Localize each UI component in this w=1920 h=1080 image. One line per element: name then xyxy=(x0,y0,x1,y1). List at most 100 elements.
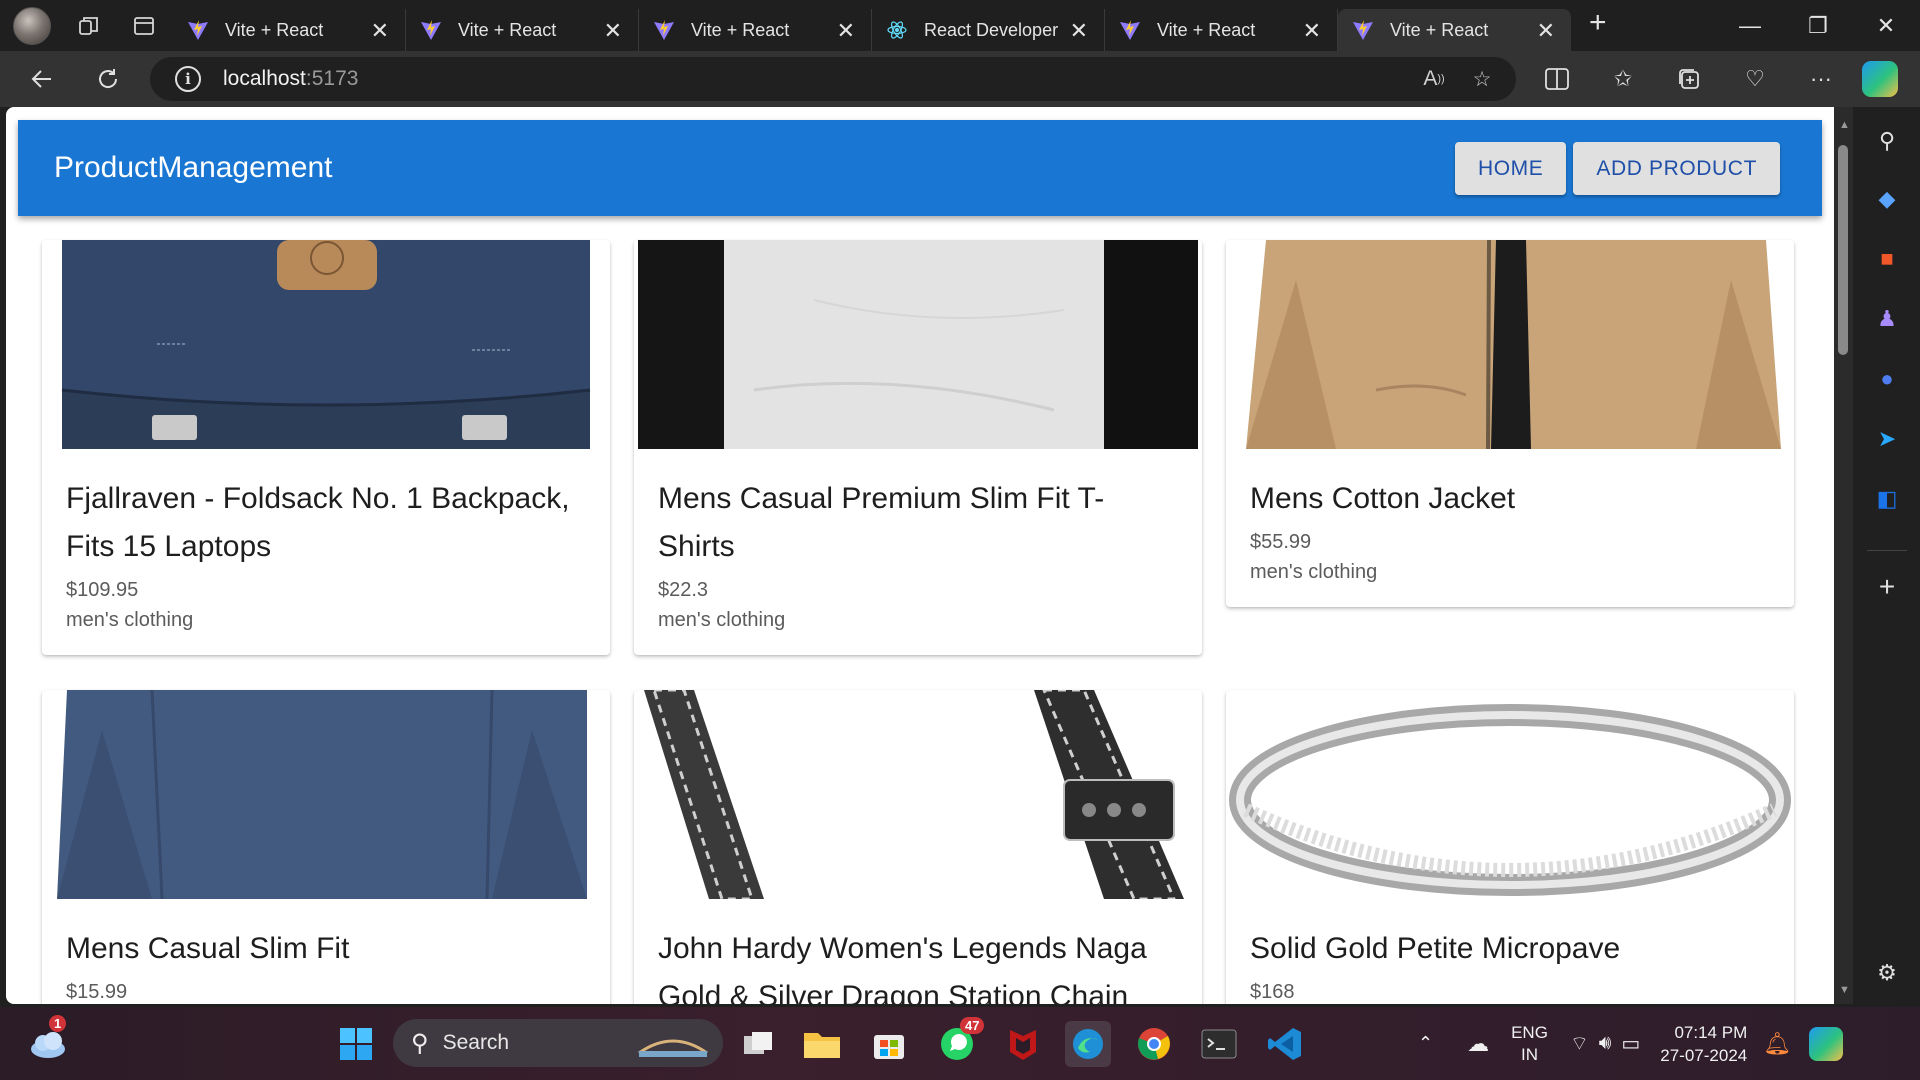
new-tab-icon[interactable]: + xyxy=(1589,6,1607,40)
workspaces-icon[interactable] xyxy=(72,9,106,43)
browser-essentials-icon[interactable]: ♡ xyxy=(1733,57,1777,101)
chrome-icon[interactable] xyxy=(1131,1021,1177,1067)
collections-icon[interactable] xyxy=(1667,57,1711,101)
language-region: IN xyxy=(1521,1044,1539,1064)
site-info-icon[interactable]: i xyxy=(175,66,201,92)
browser-tab[interactable]: React Developer ✕ xyxy=(872,9,1105,51)
language-indicator[interactable]: ENG IN xyxy=(1511,1022,1548,1066)
browser-tab[interactable]: Vite + React ✕ xyxy=(639,9,872,51)
mcafee-icon[interactable] xyxy=(1000,1021,1046,1067)
close-tab-icon[interactable]: ✕ xyxy=(1303,18,1321,44)
tab-title: React Developer xyxy=(924,19,1059,40)
task-view-icon[interactable] xyxy=(735,1021,781,1067)
url-port: :5173 xyxy=(305,67,359,90)
file-explorer-icon[interactable] xyxy=(799,1021,845,1067)
url-text: localhost:5173 xyxy=(223,67,358,91)
toolbar-actions: ✩ ♡ ··· xyxy=(1535,57,1843,101)
add-product-button[interactable]: ADD PRODUCT xyxy=(1573,142,1780,195)
scrollbar-thumb[interactable] xyxy=(1838,145,1848,355)
clock[interactable]: 07:14 PM 27-07-2024 xyxy=(1660,1021,1747,1067)
shopping-tag-icon[interactable]: ◆ xyxy=(1871,183,1903,215)
browser-tab-active[interactable]: Vite + React ✕ xyxy=(1338,9,1571,51)
copilot-icon[interactable] xyxy=(1862,61,1898,97)
window-controls: — ❐ ✕ xyxy=(1716,0,1920,51)
product-card[interactable]: John Hardy Women's Legends Naga Gold & S… xyxy=(634,690,1202,1004)
product-title: John Hardy Women's Legends Naga Gold & S… xyxy=(658,932,1147,1004)
tab-title: Vite + React xyxy=(458,19,557,40)
product-price: $55.99 xyxy=(1250,531,1312,553)
product-card[interactable]: Mens Casual Premium Slim Fit T-Shirts $2… xyxy=(634,240,1202,655)
copilot-app-icon[interactable]: ● xyxy=(1871,363,1903,395)
product-image-backpack xyxy=(42,240,610,449)
weather-icon[interactable]: 1 xyxy=(25,1015,71,1067)
brand-title[interactable]: ProductManagement xyxy=(54,151,333,185)
edge-sidebar: ⚲ ◆ ■ ♟ ● ➤ ◧ + ⚙ xyxy=(1853,107,1920,1007)
product-title: Mens Casual Slim Fit xyxy=(66,932,350,965)
notification-bell-icon[interactable]: 🔔︎ xyxy=(1763,1031,1791,1057)
search-icon[interactable]: ⚲ xyxy=(1871,125,1903,157)
whatsapp-notification-badge: 47 xyxy=(960,1017,985,1034)
browser-tab[interactable]: Vite + React ✕ xyxy=(406,9,639,51)
product-card[interactable]: Fjallraven - Foldsack No. 1 Backpack, Fi… xyxy=(42,240,610,655)
split-screen-icon[interactable] xyxy=(1535,57,1579,101)
copilot-taskbar-icon[interactable] xyxy=(1809,1026,1844,1061)
home-button[interactable]: HOME xyxy=(1454,142,1567,195)
product-card[interactable]: Mens Cotton Jacket $55.99 men's clothing xyxy=(1226,240,1794,607)
terminal-icon[interactable] xyxy=(1196,1021,1242,1067)
outlook-icon[interactable]: ◧ xyxy=(1871,483,1903,515)
close-tab-icon[interactable]: ✕ xyxy=(371,18,389,44)
favorites-icon[interactable]: ✩ xyxy=(1601,57,1645,101)
close-tab-icon[interactable]: ✕ xyxy=(1537,18,1555,44)
tab-actions-icon[interactable] xyxy=(127,9,161,43)
send-icon[interactable]: ➤ xyxy=(1871,423,1903,455)
vite-icon xyxy=(1120,20,1140,40)
product-card[interactable]: Solid Gold Petite Micropave $168 xyxy=(1226,690,1794,1004)
restore-icon[interactable]: ❐ xyxy=(1784,0,1852,51)
tools-briefcase-icon[interactable]: ■ xyxy=(1871,243,1903,275)
onedrive-icon[interactable]: ☁ xyxy=(1467,1031,1489,1057)
windows-taskbar: 1 ⚲ Search 47 ⌃ ☁ ENG IN ⌔ 🔊︎ ▭ 07:14 PM… xyxy=(0,1007,1920,1080)
sidebar-divider xyxy=(1867,550,1907,551)
back-arrow-icon[interactable] xyxy=(20,57,64,101)
start-windows-icon[interactable] xyxy=(333,1021,379,1067)
tab-title: Vite + React xyxy=(1157,19,1256,40)
close-tab-icon[interactable]: ✕ xyxy=(1070,18,1088,44)
product-price: $109.95 xyxy=(66,579,139,601)
favorite-star-icon[interactable]: ☆ xyxy=(1466,63,1498,95)
vite-icon xyxy=(188,20,208,40)
games-icon[interactable]: ♟ xyxy=(1871,303,1903,335)
page-scrollbar[interactable]: ▲ ▼ xyxy=(1834,107,1853,1004)
profile-avatar[interactable] xyxy=(13,6,51,45)
more-menu-icon[interactable]: ··· xyxy=(1799,57,1843,101)
battery-icon[interactable]: ▭ xyxy=(1621,1031,1640,1056)
show-hidden-icons-icon[interactable]: ⌃ xyxy=(1418,1033,1433,1054)
refresh-icon[interactable] xyxy=(86,57,130,101)
search-highlight-icon xyxy=(638,1039,708,1057)
language-code: ENG xyxy=(1511,1022,1548,1042)
product-title: Fjallraven - Foldsack No. 1 Backpack, Fi… xyxy=(66,482,570,563)
scroll-down-arrow-icon[interactable]: ▼ xyxy=(1839,984,1850,996)
browser-tab[interactable]: Vite + React ✕ xyxy=(1105,9,1338,51)
settings-gear-icon[interactable]: ⚙ xyxy=(1871,957,1903,989)
close-tab-icon[interactable]: ✕ xyxy=(604,18,622,44)
clock-date: 27-07-2024 xyxy=(1660,1045,1748,1065)
whatsapp-icon[interactable]: 47 xyxy=(934,1017,985,1067)
microsoft-store-icon[interactable] xyxy=(866,1021,912,1067)
close-window-icon[interactable]: ✕ xyxy=(1852,0,1920,51)
url-host: localhost xyxy=(223,67,306,90)
minimize-icon[interactable]: — xyxy=(1716,0,1784,51)
address-bar[interactable]: i localhost:5173 A)) ☆ xyxy=(150,57,1516,101)
edge-browser-icon[interactable] xyxy=(1065,1021,1111,1067)
close-tab-icon[interactable]: ✕ xyxy=(837,18,855,44)
app-header: ProductManagement HOME ADD PRODUCT xyxy=(18,120,1822,216)
volume-icon[interactable]: 🔊︎ xyxy=(1599,1032,1612,1055)
add-sidebar-app-icon[interactable]: + xyxy=(1871,571,1903,603)
taskbar-search[interactable]: ⚲ Search xyxy=(393,1019,723,1067)
read-aloud-icon[interactable]: A)) xyxy=(1418,63,1450,95)
product-price: $22.3 xyxy=(658,579,709,601)
browser-tab[interactable]: Vite + React ✕ xyxy=(173,9,406,51)
product-card[interactable]: Mens Casual Slim Fit $15.99 xyxy=(42,690,610,1004)
wifi-icon[interactable]: ⌔ xyxy=(1570,1031,1589,1056)
vscode-icon[interactable] xyxy=(1262,1021,1308,1067)
scroll-up-arrow-icon[interactable]: ▲ xyxy=(1839,119,1850,131)
